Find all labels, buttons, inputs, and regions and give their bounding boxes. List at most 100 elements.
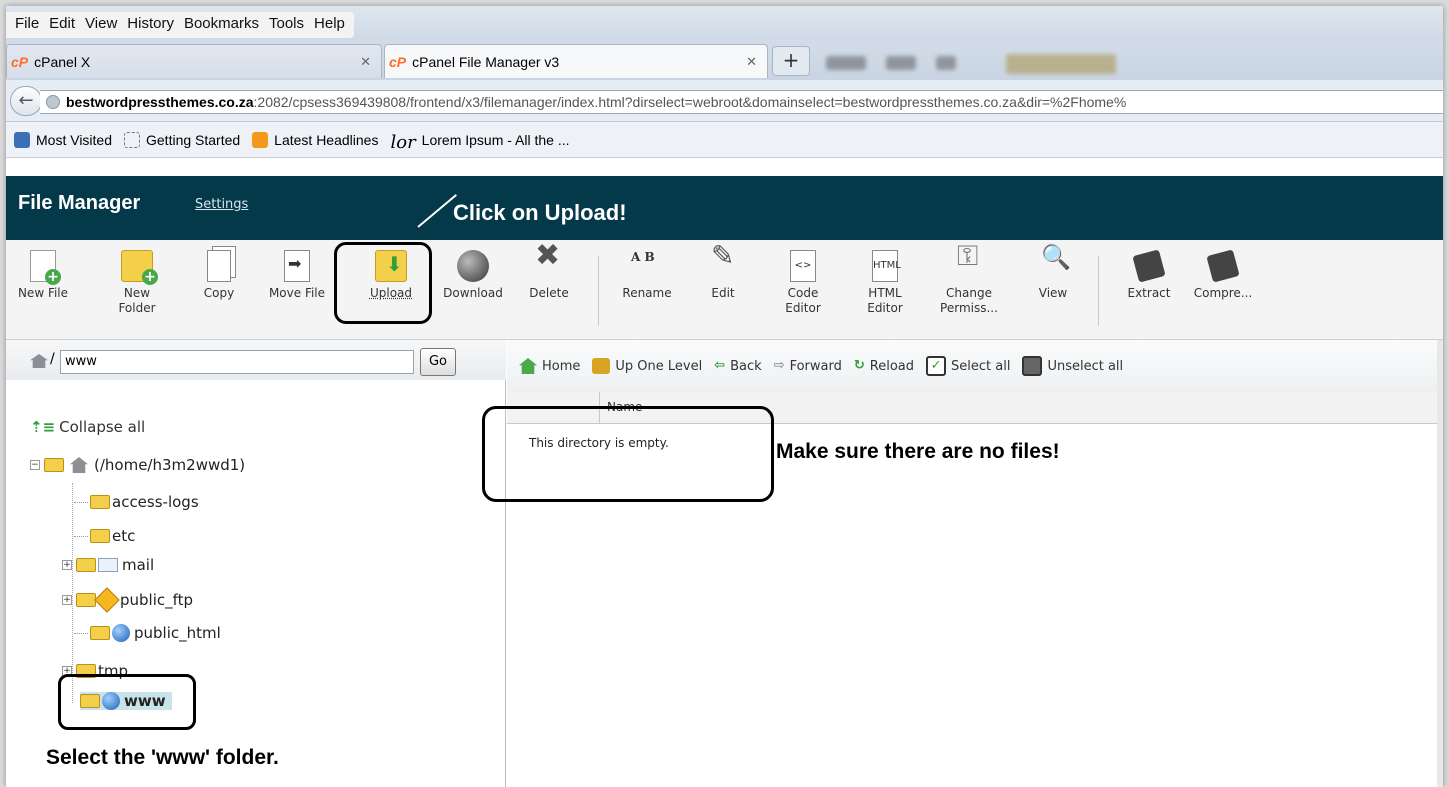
tool-label: View — [1038, 286, 1068, 300]
rss-icon — [252, 131, 269, 148]
nav-label: Reload — [869, 358, 915, 374]
bookmark-label: Getting Started — [146, 131, 241, 148]
bookmark-most-visited[interactable]: Most Visited — [14, 131, 112, 148]
tree-label: access-logs — [112, 493, 199, 511]
reload-button[interactable]: ↻ Reload — [854, 358, 914, 374]
site-identity-icon[interactable] — [46, 95, 60, 109]
new-file-icon — [30, 250, 61, 285]
cpanel-logo-icon: cP — [389, 53, 407, 70]
move-file-button[interactable]: Move File — [262, 250, 332, 301]
tool-label: Extract — [1127, 286, 1171, 300]
download-button[interactable]: Download — [438, 250, 508, 301]
tab-cpanel-x[interactable]: cP cPanel X ✕ — [6, 44, 382, 78]
move-file-icon — [284, 250, 310, 282]
up-one-level-button[interactable]: Up One Level — [592, 358, 702, 374]
extract-button[interactable]: Extract — [1114, 249, 1184, 301]
page-icon — [124, 131, 140, 148]
tree-item-access-logs[interactable]: access-logs — [74, 493, 199, 511]
url-input[interactable]: bestwordpressthemes.co.za:2082/cpsess369… — [40, 90, 1443, 114]
nav-label: Unselect all — [1047, 358, 1124, 374]
view-icon — [1037, 250, 1071, 282]
file-manager-header: File Manager Settings — [6, 176, 1443, 240]
tree-connector — [74, 501, 88, 503]
path-input[interactable]: www — [60, 350, 414, 374]
collapse-label: Collapse all — [59, 418, 146, 436]
back-button[interactable]: ⇦ Back — [714, 358, 761, 374]
scrollbar[interactable] — [1437, 340, 1443, 787]
menu-help[interactable]: Help — [309, 12, 350, 38]
tool-label: New File — [17, 286, 69, 300]
back-arrow-icon: ⇦ — [714, 358, 726, 373]
html-editor-button[interactable]: HTML HTML Editor — [850, 250, 920, 316]
download-icon — [457, 250, 489, 282]
bookmarks-toolbar: Most Visited Getting Started Latest Head… — [6, 122, 1443, 158]
tree-root[interactable]: − (/home/h3m2wwd1) — [30, 456, 245, 474]
code-editor-button[interactable]: <> Code Editor — [768, 250, 838, 316]
tree-label: public_ftp — [120, 591, 194, 609]
bookmark-label: Most Visited — [36, 131, 112, 148]
html-editor-icon: HTML — [872, 250, 901, 282]
path-separator: / — [50, 351, 55, 367]
tool-label: New Folder — [118, 286, 156, 315]
tool-label: Rename — [622, 286, 672, 300]
collapse-toggle-icon[interactable]: − — [30, 460, 40, 470]
expand-toggle-icon[interactable]: + — [62, 560, 72, 570]
menu-file[interactable]: File — [10, 12, 44, 38]
go-button[interactable]: Go — [420, 348, 456, 376]
bookmark-getting-started[interactable]: Getting Started — [124, 131, 241, 148]
view-button[interactable]: View — [1018, 250, 1088, 301]
home-button[interactable]: Home — [519, 358, 580, 374]
tool-label: Delete — [529, 286, 569, 300]
folder-open-icon — [44, 458, 64, 472]
select-all-button[interactable]: ✓ Select all — [926, 356, 1010, 376]
menu-view[interactable]: View — [80, 12, 122, 38]
bookmark-label: Latest Headlines — [274, 131, 379, 148]
new-folder-button[interactable]: New Folder — [102, 250, 172, 316]
annotation-no-files: Make sure there are no files! — [776, 440, 1060, 463]
edit-icon — [707, 248, 739, 282]
new-file-button[interactable]: New File — [8, 250, 78, 301]
menu-history[interactable]: History — [122, 12, 179, 38]
edit-button[interactable]: Edit — [688, 248, 758, 301]
tool-label: Edit — [711, 286, 735, 300]
nav-label: Up One Level — [615, 358, 703, 374]
close-icon[interactable]: ✕ — [360, 54, 371, 70]
menu-edit[interactable]: Edit — [44, 12, 80, 38]
unselect-all-button[interactable]: Unselect all — [1022, 356, 1123, 376]
home-icon[interactable] — [30, 354, 48, 368]
menu-tools[interactable]: Tools — [264, 12, 309, 38]
copy-button[interactable]: Copy — [184, 250, 254, 301]
extract-icon — [1132, 249, 1166, 283]
bookmark-latest-headlines[interactable]: Latest Headlines — [252, 131, 379, 148]
menu-bookmarks[interactable]: Bookmarks — [179, 12, 264, 38]
delete-icon — [533, 248, 565, 282]
delete-button[interactable]: Delete — [514, 248, 584, 301]
tab-file-manager[interactable]: cP cPanel File Manager v3 ✕ — [384, 44, 768, 78]
forward-button[interactable]: ⇨ Forward — [774, 358, 842, 374]
folder-icon — [76, 558, 96, 572]
settings-link[interactable]: Settings — [195, 197, 248, 212]
tool-label: Move File — [268, 286, 326, 300]
tool-label: Copy — [203, 286, 235, 300]
tab-label: cPanel X — [34, 53, 91, 70]
file-toolbar: New File New Folder Copy Move File Uploa… — [6, 240, 1443, 340]
blurred-background — [826, 52, 1426, 76]
collapse-all-link[interactable]: ⇡≡ Collapse all — [30, 418, 145, 436]
change-permissions-button[interactable]: Change Permiss... — [934, 248, 1004, 316]
compress-button[interactable]: Compre... — [1188, 249, 1258, 301]
tree-item-public-ftp[interactable]: + public_ftp — [62, 587, 194, 613]
mail-icon — [98, 558, 118, 572]
expand-toggle-icon[interactable]: + — [62, 595, 72, 605]
back-arrow-icon[interactable]: ← — [10, 86, 42, 116]
rename-button[interactable]: A B Rename — [612, 250, 682, 301]
compress-icon — [1206, 249, 1240, 283]
tree-item-etc[interactable]: etc — [74, 527, 135, 545]
navigation-bar: ← bestwordpressthemes.co.za:2082/cpsess3… — [6, 80, 1443, 122]
new-tab-button[interactable]: + — [772, 46, 810, 76]
tree-item-mail[interactable]: + mail — [62, 556, 154, 574]
close-icon[interactable]: ✕ — [746, 54, 757, 70]
tree-label: public_html — [134, 624, 221, 642]
tree-item-public-html[interactable]: public_html — [74, 624, 221, 642]
bookmark-lorem-ipsum[interactable]: lor Lorem Ipsum - All the ... — [390, 132, 569, 153]
folder-icon — [90, 495, 110, 509]
